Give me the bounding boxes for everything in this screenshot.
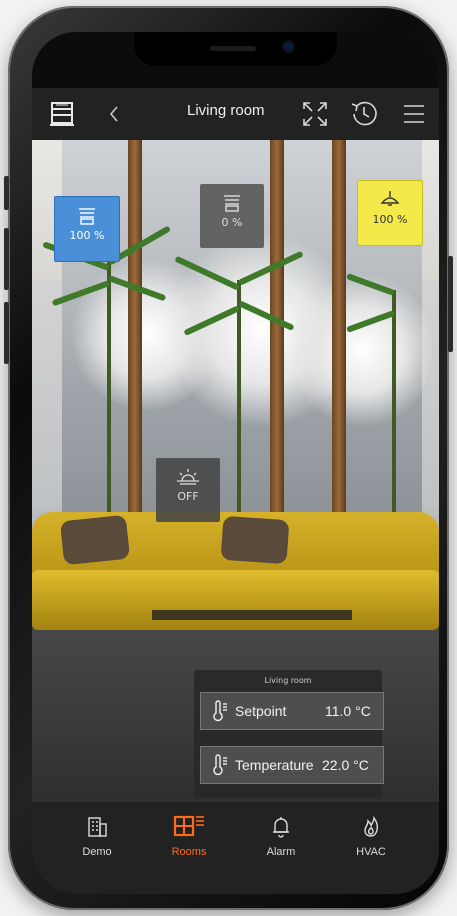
power-button	[448, 256, 453, 352]
volume-up-button	[4, 228, 9, 290]
building-menu-icon[interactable]	[46, 98, 78, 130]
silent-switch	[4, 176, 9, 210]
history-clock-icon[interactable]	[348, 98, 380, 130]
thermometer-icon	[213, 754, 227, 776]
tab-demo[interactable]: Demo	[62, 814, 132, 858]
back-chevron-icon[interactable]	[98, 98, 130, 130]
temperature-label: Temperature	[235, 757, 314, 773]
phone-screen: Living room 100 % 0 % 100 % OFF Living r…	[32, 32, 439, 894]
climate-widget: Living room Setpoint 11.0 °C Temperature…	[194, 670, 384, 798]
notch	[134, 32, 337, 66]
hamburger-menu-icon[interactable]	[398, 98, 430, 130]
front-camera	[284, 42, 293, 51]
tab-rooms[interactable]: Rooms	[154, 814, 224, 858]
blind-left-value: 100 %	[69, 229, 105, 242]
sunrise-scene-tile[interactable]: OFF	[156, 458, 220, 522]
thermometer-icon	[213, 700, 227, 722]
speaker-grille	[210, 46, 256, 51]
tab-hvac-label: HVAC	[356, 846, 386, 858]
tab-rooms-label: Rooms	[171, 846, 207, 858]
app-header: Living room	[32, 88, 439, 140]
setpoint-row[interactable]: Setpoint 11.0 °C	[200, 692, 384, 730]
expand-icon[interactable]	[299, 98, 331, 130]
building-icon	[88, 817, 107, 837]
tab-alarm[interactable]: Alarm	[246, 814, 316, 858]
flame-icon	[364, 815, 379, 837]
page-title: Living room	[187, 102, 265, 119]
setpoint-label: Setpoint	[235, 703, 287, 719]
tab-hvac[interactable]: HVAC	[336, 814, 406, 858]
setpoint-value: 11.0 °C	[325, 703, 371, 719]
tab-demo-label: Demo	[82, 846, 112, 858]
tab-alarm-label: Alarm	[266, 846, 296, 858]
sunrise-scene-value: OFF	[177, 490, 199, 503]
temperature-row[interactable]: Temperature 22.0 °C	[200, 746, 384, 784]
temperature-value: 22.0 °C	[322, 757, 369, 773]
ceiling-light-value: 100 %	[372, 213, 408, 226]
blind-icon	[79, 208, 95, 225]
blind-tile-center[interactable]: 0 %	[200, 184, 264, 248]
blind-icon	[224, 195, 240, 212]
floorplan-icon	[173, 815, 204, 837]
blind-center-value: 0 %	[221, 216, 243, 229]
ceiling-light-tile[interactable]: 100 %	[357, 180, 423, 246]
bottom-tab-bar: Demo Rooms Alarm HVAC	[32, 802, 439, 894]
sunrise-icon	[177, 469, 199, 485]
ceiling-lamp-icon	[380, 191, 400, 206]
bell-icon	[273, 817, 289, 838]
climate-widget-title: Living room	[264, 676, 312, 685]
volume-down-button	[4, 302, 9, 364]
blind-tile-left[interactable]: 100 %	[54, 196, 120, 262]
